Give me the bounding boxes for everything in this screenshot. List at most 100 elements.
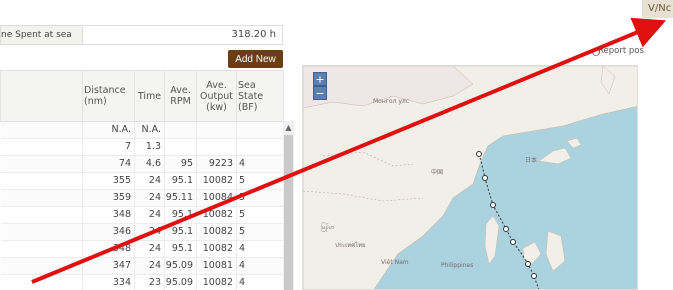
- cell-time: 24: [134, 223, 165, 241]
- cell-rpm: 95.1: [164, 223, 197, 241]
- row-blank-cell: [0, 206, 83, 224]
- table-row[interactable]: 348 24 95.1 10082 5: [0, 206, 284, 224]
- table-header-row: Distance (nm) Time Ave. RPM Ave. Output …: [0, 70, 284, 122]
- cell-output: 10082: [196, 206, 237, 224]
- cell-sea: 4: [236, 257, 284, 275]
- cell-time: 1.3: [134, 138, 165, 156]
- time-at-sea-row: ne Spent at sea 318.20 h: [0, 25, 283, 45]
- cell-distance: 74: [82, 155, 135, 173]
- table-row[interactable]: 348 24 95.1 10082 4: [0, 240, 284, 258]
- row-blank-cell: [0, 138, 83, 156]
- row-blank-cell: [0, 121, 83, 139]
- map-label-vietnam: Việt Nam: [381, 259, 409, 266]
- route-waypoint-icon[interactable]: [510, 239, 516, 245]
- cell-rpm: 95: [164, 155, 197, 173]
- route-waypoint-icon[interactable]: [490, 202, 496, 208]
- table-row[interactable]: 334 23 95.09 10082 4: [0, 274, 284, 290]
- table-row[interactable]: 347 24 95.09 10081 4: [0, 257, 284, 275]
- cell-output: 10081: [196, 257, 237, 275]
- vnc-tab[interactable]: V/Nc: [642, 0, 673, 18]
- table-row[interactable]: 346 24 95.1 10082 5: [0, 223, 284, 241]
- cell-sea: 5: [236, 189, 284, 207]
- cell-time: 4.6: [134, 155, 165, 173]
- cell-distance: N.A.: [82, 121, 135, 139]
- map-label-myanmar: မြန်မာ: [321, 224, 335, 231]
- cell-time: 24: [134, 240, 165, 258]
- voyage-table-container: Distance (nm) Time Ave. RPM Ave. Output …: [0, 70, 294, 290]
- zoom-in-button[interactable]: +: [313, 72, 327, 86]
- header-time[interactable]: Time: [134, 70, 165, 122]
- route-map[interactable]: + − Монгол улс 中国 日本 မြန်မာ ประเทศไทย Vi…: [302, 65, 638, 290]
- cell-distance: 7: [82, 138, 135, 156]
- cell-rpm: 95.09: [164, 257, 197, 275]
- cell-output: [196, 138, 237, 156]
- row-blank-cell: [0, 240, 83, 258]
- table-scrollbar[interactable]: ▲: [283, 121, 294, 290]
- time-at-sea-label: ne Spent at sea: [0, 25, 83, 45]
- cell-sea: 5: [236, 223, 284, 241]
- cell-rpm: 95.09: [164, 274, 197, 290]
- table-row[interactable]: 359 24 95.11 10084 5: [0, 189, 284, 207]
- header-blank: [0, 70, 83, 122]
- header-distance[interactable]: Distance (nm): [82, 70, 135, 122]
- cell-rpm: 95.1: [164, 206, 197, 224]
- table-row[interactable]: N.A. N.A.: [0, 121, 284, 139]
- row-blank-cell: [0, 257, 83, 275]
- cell-time: N.A.: [134, 121, 165, 139]
- row-blank-cell: [0, 189, 83, 207]
- cell-rpm: [164, 138, 197, 156]
- cell-distance: 348: [82, 206, 135, 224]
- cell-time: 23: [134, 274, 165, 290]
- time-at-sea-value: 318.20 h: [83, 25, 283, 45]
- route-waypoint-icon[interactable]: [503, 226, 509, 232]
- map-label-philippines: Philippines: [441, 262, 474, 269]
- cell-rpm: [164, 121, 197, 139]
- map-base: [303, 66, 637, 289]
- route-waypoint-icon[interactable]: [482, 175, 488, 181]
- cell-distance: 346: [82, 223, 135, 241]
- cell-time: 24: [134, 189, 165, 207]
- cell-time: 24: [134, 257, 165, 275]
- header-sea-state[interactable]: Sea State (BF): [236, 70, 284, 122]
- map-label-mongolia: Монгол улс: [373, 98, 410, 105]
- table-row[interactable]: 7 1.3: [0, 138, 284, 156]
- row-blank-cell: [0, 172, 83, 190]
- row-blank-cell: [0, 155, 83, 173]
- row-blank-cell: [0, 274, 83, 290]
- scroll-up-arrow-icon[interactable]: ▲: [283, 121, 294, 135]
- cell-sea: 4: [236, 155, 284, 173]
- route-waypoint-icon[interactable]: [531, 273, 537, 279]
- cell-sea: 5: [236, 172, 284, 190]
- cell-rpm: 95.1: [164, 172, 197, 190]
- cell-sea: [236, 121, 284, 139]
- map-label-japan: 日本: [525, 157, 538, 164]
- header-rpm[interactable]: Ave. RPM: [164, 70, 197, 122]
- cell-output: [196, 121, 237, 139]
- cell-output: 10082: [196, 172, 237, 190]
- map-label-china: 中国: [431, 169, 444, 176]
- cell-output: 10084: [196, 189, 237, 207]
- header-output[interactable]: Ave. Output (kw): [196, 70, 237, 122]
- add-new-button[interactable]: Add New: [228, 50, 283, 68]
- cell-distance: 348: [82, 240, 135, 258]
- cell-output: 10082: [196, 240, 237, 258]
- cell-sea: [236, 138, 284, 156]
- table-row[interactable]: 355 24 95.1 10082 5: [0, 172, 284, 190]
- route-waypoint-icon[interactable]: [476, 151, 482, 157]
- cell-distance: 347: [82, 257, 135, 275]
- route-waypoint-icon[interactable]: [525, 261, 531, 267]
- cell-distance: 334: [82, 274, 135, 290]
- table-row[interactable]: 74 4.6 95 9223 4: [0, 155, 284, 173]
- cell-rpm: 95.1: [164, 240, 197, 258]
- cell-sea: 4: [236, 274, 284, 290]
- cell-sea: 5: [236, 206, 284, 224]
- cell-rpm: 95.11: [164, 189, 197, 207]
- report-position-label: Report pos: [598, 46, 644, 56]
- zoom-out-button[interactable]: −: [313, 86, 327, 100]
- map-label-thailand: ประเทศไทย: [335, 242, 366, 249]
- cell-output: 9223: [196, 155, 237, 173]
- cell-output: 10082: [196, 274, 237, 290]
- cell-sea: 4: [236, 240, 284, 258]
- cell-time: 24: [134, 172, 165, 190]
- scroll-thumb[interactable]: [284, 135, 293, 290]
